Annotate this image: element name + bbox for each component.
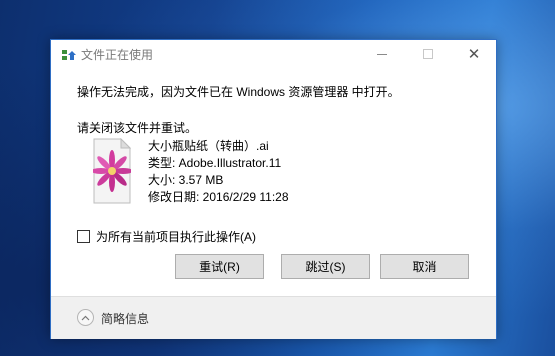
minimize-icon [377,53,387,55]
fewer-details-label[interactable]: 简略信息 [101,310,149,327]
file-type: 类型: Adobe.Illustrator.11 [148,156,282,170]
title-bar[interactable]: 文件正在使用 ✕ [51,40,496,68]
apply-to-all-label[interactable]: 为所有当前项目执行此操作(A) [96,228,256,245]
file-details: 大小瓶贴纸（转曲）.ai 类型: Adobe.Illustrator.11 大小… [148,138,289,206]
file-size: 大小: 3.57 MB [148,173,224,187]
chevron-up-icon [81,315,90,320]
close-icon: ✕ [467,45,481,63]
apply-to-all-checkbox[interactable] [77,229,90,243]
maximize-button [405,40,451,68]
file-modified-date: 修改日期: 2016/2/29 11:28 [148,190,289,204]
maximize-icon [423,49,433,59]
file-in-use-dialog: 文件正在使用 ✕ 操作无法完成，因为文件已在 Windows 资源管理器 中打开… [50,39,497,339]
file-name: 大小瓶贴纸（转曲）.ai [148,139,269,153]
dialog-title: 文件正在使用 [81,48,154,62]
minimize-button[interactable] [359,40,405,68]
error-message: 操作无法完成，因为文件已在 Windows 资源管理器 中打开。 [77,85,400,99]
close-button[interactable]: ✕ [451,40,497,68]
dialog-footer: 简略信息 [51,296,496,339]
collapse-details-button[interactable] [77,309,94,326]
instruction-text: 请关闭该文件并重试。 [77,121,198,135]
cancel-button[interactable]: 取消 [380,254,469,279]
retry-button[interactable]: 重试(R) [175,254,264,279]
skip-button[interactable]: 跳过(S) [281,254,370,279]
file-transfer-icon [62,50,76,60]
apply-to-all-option[interactable]: 为所有当前项目执行此操作(A) [77,228,256,244]
illustrator-file-thumbnail [93,138,131,204]
